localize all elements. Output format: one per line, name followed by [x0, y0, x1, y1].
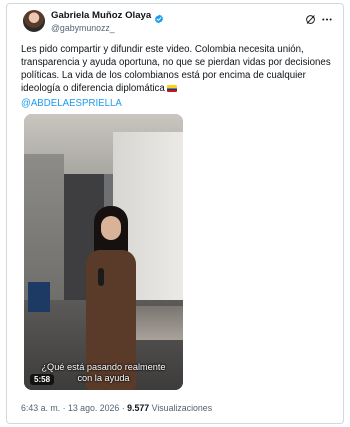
video-player[interactable]: ¿Qué está pasando realmente con la ayuda…: [24, 114, 183, 390]
microphone: [98, 268, 104, 286]
video-duration: 5:58: [30, 374, 55, 385]
tweet-text: Les pido compartir y difundir este video…: [21, 43, 336, 95]
speaker-face: [101, 216, 121, 240]
meta-separator: ·: [119, 403, 128, 413]
mention-link[interactable]: @ABDELAESPRIELLA: [21, 98, 122, 109]
author-handle[interactable]: @gabymunozz_: [51, 23, 115, 33]
meta-separator: ·: [60, 403, 68, 413]
views-count: 9.577: [127, 403, 150, 413]
tweet-header: Gabriela Muñoz Olaya @gabymunozz_: [7, 4, 343, 40]
tweet-time[interactable]: 6:43 a. m.: [21, 403, 60, 413]
more-options-icon[interactable]: [321, 12, 333, 23]
tweet-date[interactable]: 13 ago. 2026: [68, 403, 119, 413]
author-display-name[interactable]: Gabriela Muñoz Olaya: [51, 10, 151, 21]
tweet-card: Gabriela Muñoz Olaya @gabymunozz_ Les pi…: [6, 3, 344, 424]
author-name-row: Gabriela Muñoz Olaya: [51, 10, 164, 23]
colombia-flag-emoji: [166, 85, 177, 92]
avatar[interactable]: [23, 10, 45, 32]
video-caption-line1: ¿Qué está pasando realmente: [41, 362, 166, 372]
verified-badge-icon: [154, 11, 164, 23]
grok-icon[interactable]: [305, 12, 316, 24]
video-scene-shelf: [28, 282, 50, 312]
views-label: Visualizaciones: [151, 403, 213, 413]
tweet-meta: 6:43 a. m. · 13 ago. 2026 · 9.577 Visual…: [21, 403, 212, 413]
